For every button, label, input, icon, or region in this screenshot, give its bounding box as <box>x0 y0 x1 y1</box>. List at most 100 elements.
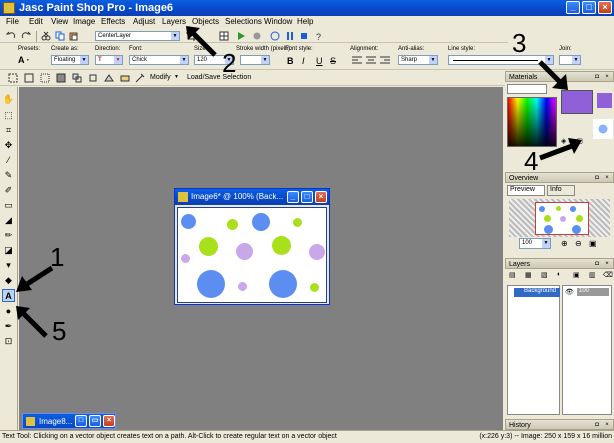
flood-fill-tool-icon[interactable]: ◆ <box>2 274 15 287</box>
record-icon[interactable] <box>252 31 262 41</box>
scratch-remover-tool-icon[interactable]: ▭ <box>2 199 15 212</box>
object-selector-tool-icon[interactable]: ⊡ <box>2 335 15 348</box>
maximize-button[interactable]: ▭ <box>89 415 101 427</box>
adjustment-layer-icon[interactable]: ◐ <box>557 271 561 278</box>
paint-brush-tool-icon[interactable]: ✎ <box>2 169 15 182</box>
background-material-swatch[interactable] <box>597 93 612 108</box>
materials-panel-header[interactable]: Materials ◘ × <box>505 71 614 82</box>
edit-selection-icon[interactable] <box>135 73 145 83</box>
pause-icon[interactable] <box>285 31 295 41</box>
dodge-tool-icon[interactable]: ◢ <box>2 214 15 227</box>
document-window[interactable]: Image6* @ 100% (Back... _ □ × <box>174 188 330 305</box>
zoom-out-icon[interactable]: ⊖ <box>575 239 582 248</box>
chevron-down-icon[interactable]: ▼ <box>261 56 269 64</box>
tab-info[interactable]: Info <box>547 185 575 196</box>
minimized-document-window[interactable]: Image8... □ ▭ × <box>22 413 116 429</box>
pin-icon[interactable]: ◘ <box>593 73 601 81</box>
grid-icon[interactable] <box>219 31 229 41</box>
chevron-down-icon[interactable]: ▼ <box>80 56 88 64</box>
chevron-down-icon[interactable]: ▼ <box>171 32 179 40</box>
undo-icon[interactable] <box>6 31 16 41</box>
picture-tube-tool-icon[interactable]: ▾ <box>2 259 15 272</box>
dropper-tool-icon[interactable]: ⁄ <box>2 154 15 167</box>
select-all-icon[interactable] <box>24 73 34 83</box>
layer-opacity-slider[interactable]: 100 <box>577 288 609 296</box>
create-as-select[interactable]: Floating ▼ <box>51 55 89 65</box>
help-icon[interactable]: ? <box>314 31 324 41</box>
layer-combo[interactable]: CenterLayer ▼ <box>95 31 180 41</box>
close-button[interactable]: × <box>103 415 115 427</box>
close-icon[interactable]: × <box>603 174 611 182</box>
close-icon[interactable]: × <box>603 73 611 81</box>
overview-panel-header[interactable]: Overview ◘ × <box>505 172 614 183</box>
load-save-selection-button[interactable]: Load/Save Selection <box>187 74 251 81</box>
chevron-down-icon[interactable]: ▼ <box>114 56 122 64</box>
layers-panel-header[interactable]: Layers ◘ × <box>505 258 614 269</box>
chevron-down-icon[interactable]: ▼ <box>542 239 550 248</box>
pin-icon[interactable]: ◘ <box>593 260 601 268</box>
join-select[interactable]: ▼ <box>559 55 581 65</box>
modify-button[interactable]: Modify <box>150 74 171 81</box>
stop-icon[interactable] <box>270 31 280 41</box>
visibility-eye-icon[interactable]: 👁 <box>565 288 574 296</box>
image-canvas[interactable] <box>177 207 327 303</box>
new-group-icon[interactable]: ▧ <box>541 271 548 279</box>
document-title-bar[interactable]: Image6* @ 100% (Back... _ □ × <box>175 189 329 205</box>
crop-icon[interactable] <box>186 31 196 41</box>
color-picker-spectrum[interactable] <box>507 97 557 147</box>
zoom-input[interactable]: 100 ▼ <box>519 238 551 249</box>
text-tool-icon[interactable]: A <box>2 289 15 302</box>
preset-shape-tool-icon[interactable]: ● <box>2 305 15 318</box>
menu-layers[interactable]: Layers <box>162 17 186 26</box>
bold-button[interactable]: B <box>287 56 294 66</box>
menu-objects[interactable]: Objects <box>192 17 219 26</box>
direction-select[interactable]: T ▼ <box>95 55 123 65</box>
maximize-button[interactable]: □ <box>582 1 596 14</box>
close-button[interactable]: × <box>598 1 612 14</box>
selection-tool-icon[interactable]: ⬚ <box>2 109 15 122</box>
foreground-material-swatch[interactable] <box>561 90 593 114</box>
smudge-tool-icon[interactable]: ✏ <box>2 229 15 242</box>
menu-adjust[interactable]: Adjust <box>133 17 155 26</box>
layer-properties-column[interactable]: 👁 100 <box>562 285 612 415</box>
history-panel-header[interactable]: History ◘ × <box>505 419 614 430</box>
invert-selection-icon[interactable] <box>56 73 66 83</box>
pen-tool-icon[interactable]: ✒ <box>2 320 15 333</box>
underline-button[interactable]: U <box>316 56 323 66</box>
layer-item-background[interactable]: Background <box>514 288 560 297</box>
pattern-swatch[interactable] <box>593 119 613 139</box>
close-icon[interactable]: × <box>603 260 611 268</box>
tab-preview[interactable]: Preview <box>507 185 545 196</box>
menu-edit[interactable]: Edit <box>29 17 43 26</box>
app-icon[interactable] <box>3 2 15 14</box>
menu-image[interactable]: Image <box>73 17 95 26</box>
delete-layer-icon[interactable]: ⌫ <box>603 271 613 279</box>
select-none-icon[interactable] <box>40 73 50 83</box>
redo-icon[interactable] <box>21 31 31 41</box>
align-right-icon[interactable] <box>380 56 390 65</box>
chevron-down-icon[interactable]: ▼ <box>180 56 188 64</box>
chevron-down-icon[interactable]: ▼ <box>572 56 580 64</box>
document-minimize-button[interactable]: _ <box>287 191 299 203</box>
zoom-actual-icon[interactable]: ▣ <box>589 239 597 248</box>
float-icon[interactable] <box>72 73 82 83</box>
copy-icon[interactable] <box>55 31 65 41</box>
align-center-icon[interactable] <box>366 56 376 65</box>
close-icon[interactable]: × <box>603 421 611 429</box>
menu-view[interactable]: View <box>51 17 68 26</box>
clone-brush-tool-icon[interactable]: ✐ <box>2 184 15 197</box>
cut-icon[interactable] <box>41 31 51 41</box>
strikethrough-button[interactable]: S <box>330 56 336 66</box>
overview-preview-area[interactable] <box>509 199 610 237</box>
new-vector-layer-icon[interactable]: ▦ <box>525 271 532 279</box>
minimize-button[interactable]: _ <box>566 1 580 14</box>
duplicate-layer-icon[interactable]: ▥ <box>589 271 596 279</box>
chevron-down-icon[interactable]: ▼ <box>429 56 437 64</box>
pan-tool-icon[interactable]: ✋ <box>2 93 15 106</box>
italic-button[interactable]: I <box>302 56 305 66</box>
layers-list[interactable]: Background <box>507 285 560 415</box>
pin-icon[interactable]: ◘ <box>593 421 601 429</box>
new-layer-icon[interactable]: ▤ <box>509 271 516 279</box>
defloat-icon[interactable] <box>88 73 98 83</box>
menu-file[interactable]: File <box>6 17 19 26</box>
